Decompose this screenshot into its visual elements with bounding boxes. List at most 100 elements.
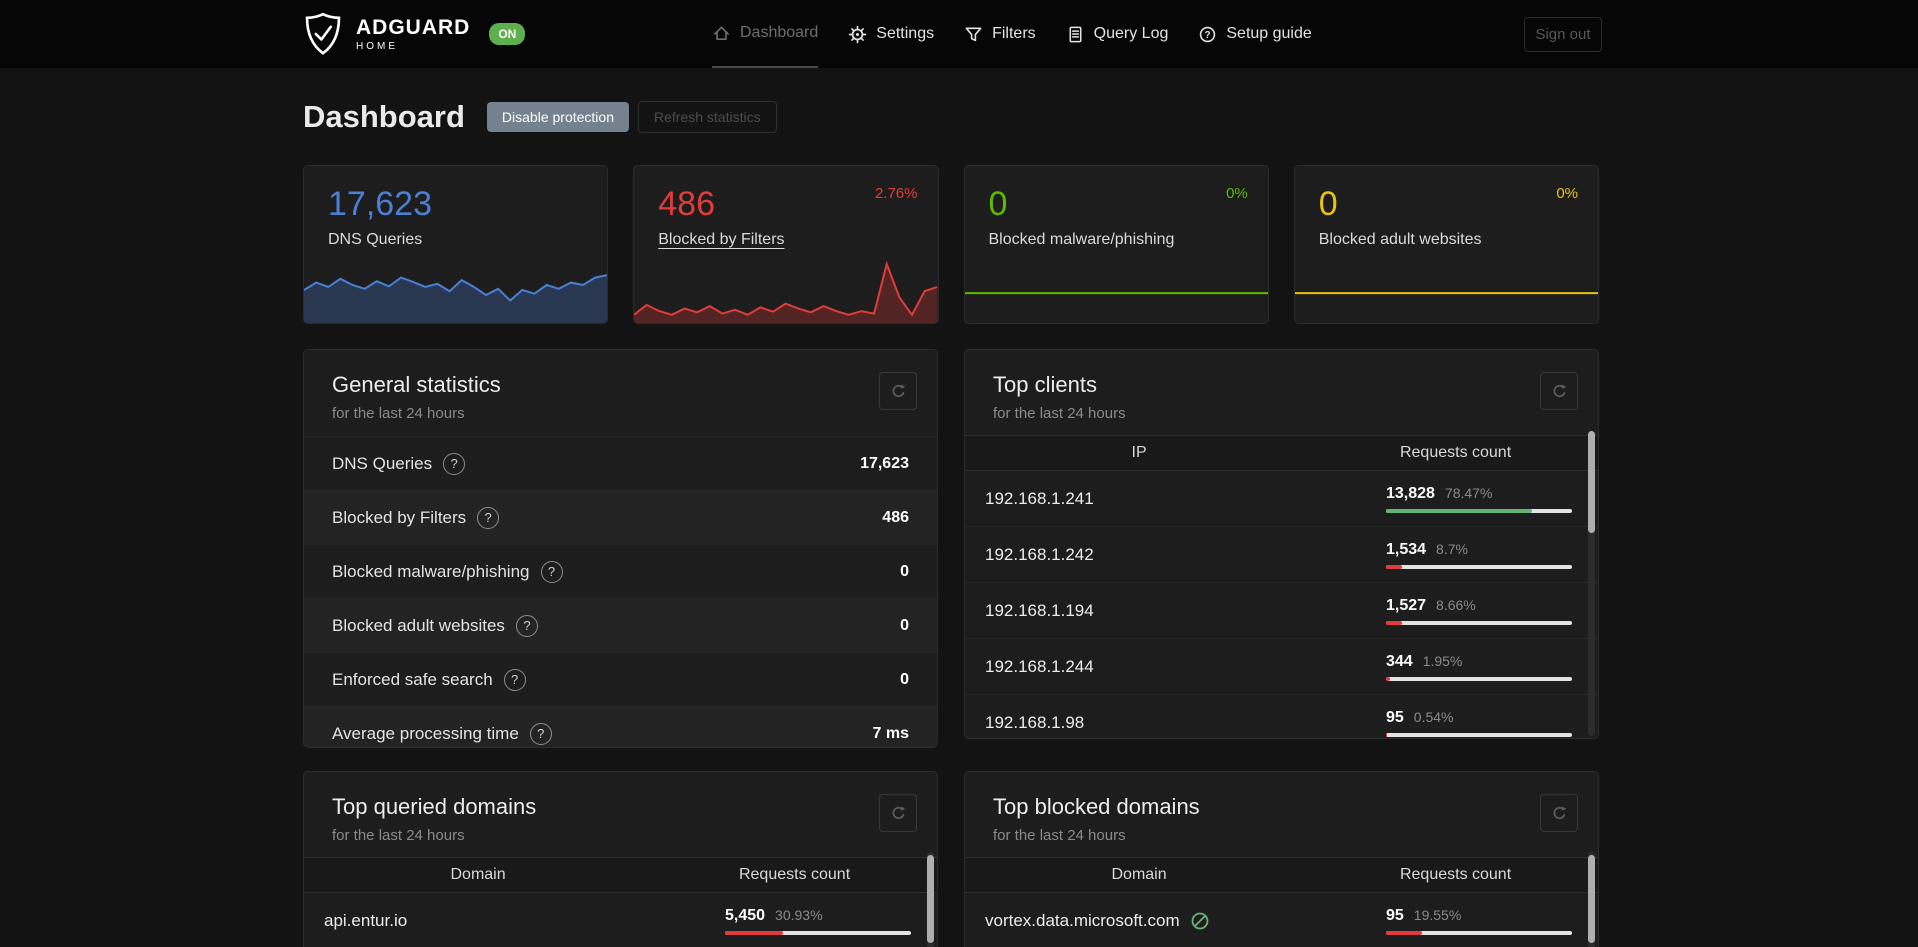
client-ip[interactable]: 192.168.1.242: [985, 545, 1094, 565]
table-row: vortex.data.microsoft.com 95 19.55%: [965, 893, 1598, 947]
help-icon[interactable]: ?: [529, 722, 552, 745]
column-header-ip: IP: [1131, 444, 1147, 461]
nav-label: Dashboard: [740, 24, 819, 41]
main-nav: Dashboard Settings Filters Query Log ? S…: [712, 0, 1312, 68]
domain-name[interactable]: api.entur.io: [324, 911, 407, 931]
progress-bar: [724, 930, 911, 935]
table-header: IP Requests count: [965, 435, 1598, 471]
scrollbar-thumb[interactable]: [1588, 855, 1595, 943]
domain-name[interactable]: vortex.data.microsoft.com: [985, 911, 1180, 931]
progress-bar: [1385, 676, 1572, 681]
refresh-card-button[interactable]: [1540, 372, 1578, 410]
stats-row-label: Enforced safe search: [332, 669, 493, 689]
stat-percent: 0%: [1226, 185, 1248, 202]
stat-label: DNS Queries: [328, 231, 423, 249]
refresh-card-button[interactable]: [1540, 794, 1578, 832]
sparkline-chart: [634, 257, 938, 323]
client-ip[interactable]: 192.168.1.194: [985, 601, 1094, 621]
help-icon[interactable]: ?: [443, 452, 466, 475]
client-ip[interactable]: 192.168.1.241: [985, 489, 1094, 509]
card-title: General statistics: [332, 372, 501, 397]
progress-bar: [1385, 508, 1572, 513]
scrollbar-thumb[interactable]: [927, 855, 934, 943]
nav-item-dashboard[interactable]: Dashboard: [712, 0, 819, 68]
stats-row-value: 0: [900, 562, 909, 580]
table-row: 192.168.1.241 13,828 78.47%: [965, 471, 1598, 527]
nav-label: Filters: [992, 25, 1036, 42]
request-count: 13,828: [1385, 484, 1435, 502]
stats-row-label: DNS Queries: [332, 453, 433, 473]
disable-protection-button[interactable]: Disable protection: [486, 102, 629, 132]
column-header-requests: Requests count: [1399, 444, 1512, 461]
table-header: Domain Requests count: [965, 857, 1598, 893]
request-count: 95: [1385, 906, 1404, 924]
sign-out-button[interactable]: Sign out: [1524, 17, 1602, 52]
stat-value: 17,623: [328, 185, 432, 223]
request-percent: 8.7%: [1436, 540, 1468, 557]
stats-row-value: 17,623: [860, 454, 909, 472]
top-clients-rows: 192.168.1.241 13,828 78.47% 192.168.1.24…: [965, 471, 1598, 738]
gear-icon: [849, 25, 867, 43]
nav-item-setup-guide[interactable]: ? Setup guide: [1198, 0, 1312, 68]
brand-subtitle: HOME: [356, 40, 398, 52]
stat-label: Blocked adult websites: [1318, 231, 1482, 249]
brand-name: ADGUARD: [356, 15, 471, 39]
refresh-card-button[interactable]: [879, 372, 917, 410]
general-statistics-card: General statistics for the last 24 hours…: [303, 349, 938, 748]
stat-percent: 2.76%: [874, 185, 918, 202]
svg-text:?: ?: [1205, 30, 1211, 41]
stats-row-label: Blocked adult websites: [332, 615, 505, 635]
card-title: Top queried domains: [332, 794, 537, 819]
stat-label-link[interactable]: Blocked by Filters: [658, 231, 913, 249]
refresh-icon: [892, 805, 905, 819]
stats-row: DNS Queries ? 17,623: [304, 436, 937, 490]
request-count: 1,534: [1385, 540, 1427, 558]
table-header: Domain Requests count: [304, 857, 937, 893]
stats-row-value: 7 ms: [872, 724, 909, 742]
client-ip[interactable]: 192.168.1.98: [985, 713, 1084, 733]
request-percent: 8.66%: [1436, 596, 1476, 613]
request-count: 5,450: [724, 906, 766, 924]
refresh-icon: [892, 383, 905, 397]
help-icon[interactable]: ?: [515, 614, 538, 637]
stat-label: Blocked malware/phishing: [988, 231, 1175, 249]
stats-row-label: Blocked malware/phishing: [332, 561, 530, 581]
stats-row-value: 0: [900, 616, 909, 634]
stat-value: 0: [1318, 185, 1338, 223]
stat-card-dns-queries: 17,623 DNS Queries: [303, 165, 609, 324]
refresh-statistics-button[interactable]: Refresh statistics: [637, 101, 777, 133]
stats-row: Blocked adult websites ? 0: [304, 598, 937, 652]
table-row: 192.168.1.98 95 0.54%: [965, 695, 1598, 738]
card-subtitle: for the last 24 hours: [332, 405, 465, 422]
stat-card-blocked-filters: 486 Blocked by Filters 2.76%: [633, 165, 939, 324]
general-statistics-rows: DNS Queries ? 17,623 Blocked by Filters …: [304, 436, 937, 747]
stats-row-value: 0: [900, 670, 909, 688]
filter-funnel-icon: [965, 27, 982, 41]
nav-item-filters[interactable]: Filters: [964, 0, 1036, 68]
top-blocked-domains-card: Top blocked domains for the last 24 hour…: [964, 771, 1599, 947]
help-icon[interactable]: ?: [540, 560, 563, 583]
nav-item-query-log[interactable]: Query Log: [1066, 0, 1168, 68]
sparkline-chart: [1294, 257, 1598, 323]
refresh-card-button[interactable]: [879, 794, 917, 832]
request-count: 1,527: [1385, 596, 1427, 614]
request-percent: 1.95%: [1422, 652, 1463, 669]
nav-item-settings[interactable]: Settings: [848, 0, 934, 68]
client-ip[interactable]: 192.168.1.244: [985, 657, 1094, 677]
request-count: 95: [1385, 708, 1404, 726]
top-queried-rows: api.entur.io 5,450 30.93%: [304, 893, 937, 947]
help-icon[interactable]: ?: [477, 506, 500, 529]
refresh-icon: [1553, 805, 1566, 819]
scrollbar-thumb[interactable]: [1588, 431, 1595, 533]
refresh-icon: [1553, 383, 1566, 397]
home-icon: [714, 26, 729, 40]
stat-card-blocked-adult: 0 Blocked adult websites 0%: [1293, 165, 1599, 324]
help-icon[interactable]: ?: [503, 668, 526, 691]
table-row: 192.168.1.194 1,527 8.66%: [965, 583, 1598, 639]
stats-row: Enforced safe search ? 0: [304, 652, 937, 706]
nav-label: Setup guide: [1226, 25, 1312, 42]
protection-status-badge: ON: [489, 23, 526, 45]
top-clients-card: Top clients for the last 24 hours IP Req…: [964, 349, 1599, 739]
stat-card-blocked-malware: 0 Blocked malware/phishing 0%: [963, 165, 1269, 324]
top-nav-bar: ADGUARD HOME ON Dashboard Settings Filte…: [0, 0, 1918, 68]
